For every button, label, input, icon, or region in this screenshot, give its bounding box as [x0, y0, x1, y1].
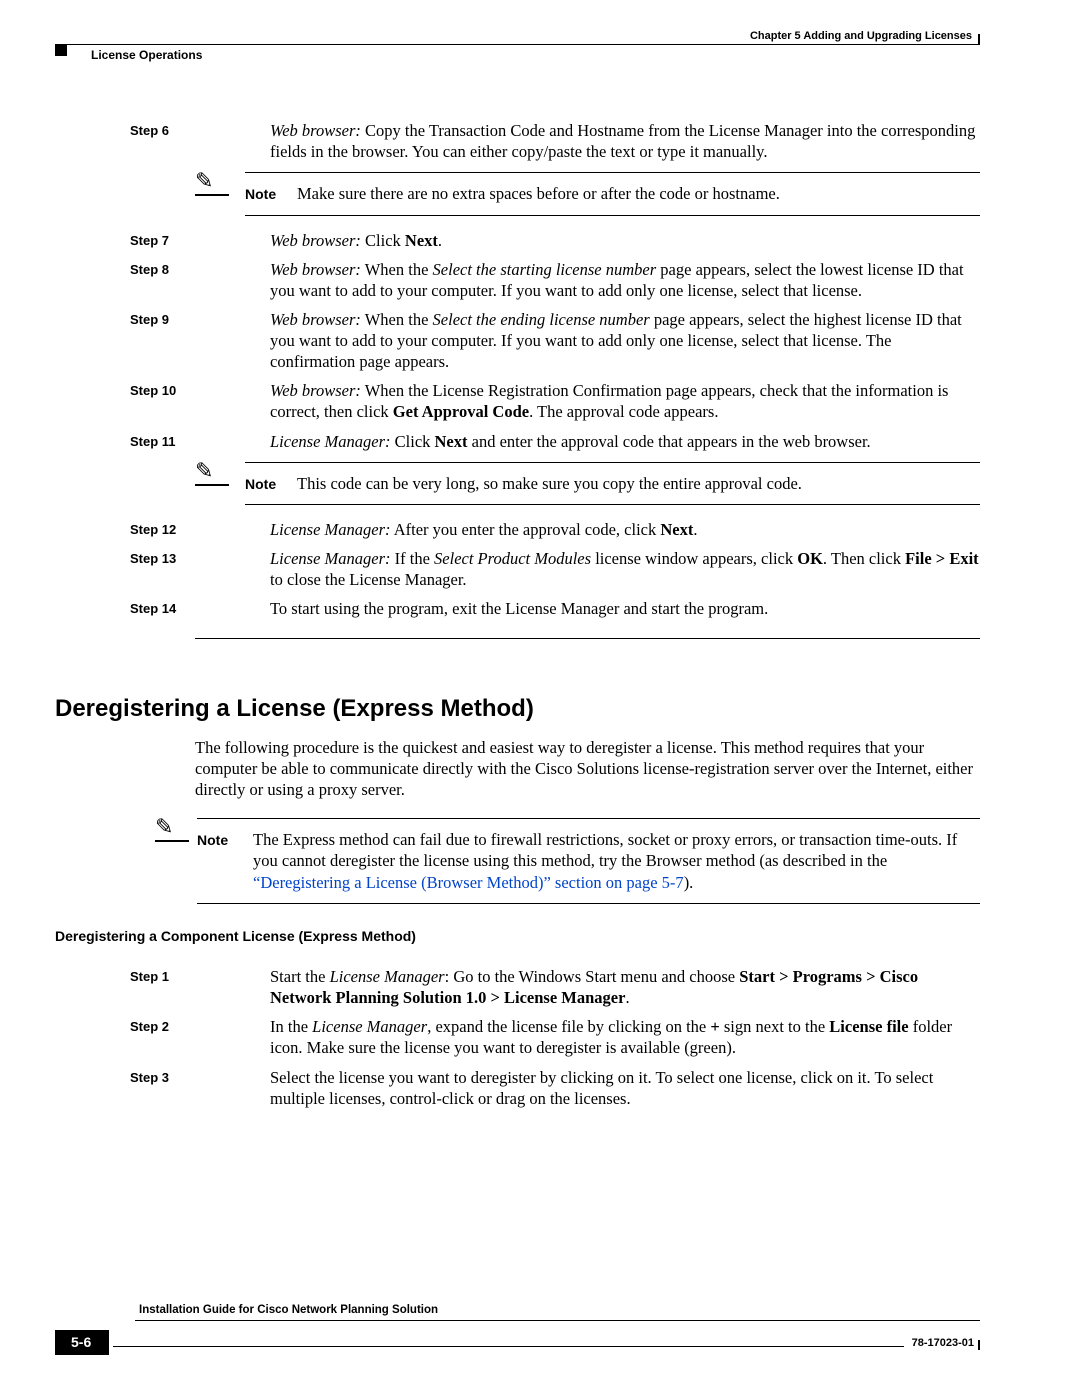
step-row: Step 2 In the License Manager, expand th… — [55, 1016, 980, 1058]
step-number: Step 2 — [55, 1016, 270, 1058]
section-end-rule — [195, 638, 980, 639]
step-row: Step 13 License Manager: If the Select P… — [55, 548, 980, 590]
step-row: Step 14 To start using the program, exit… — [55, 598, 980, 619]
page-footer: Installation Guide for Cisco Network Pla… — [55, 1312, 980, 1355]
step-number: Step 8 — [55, 259, 270, 301]
step-row: Step 7 Web browser: Click Next. — [55, 230, 980, 251]
step-number: Step 13 — [55, 548, 270, 590]
step-text: In the License Manager, expand the licen… — [270, 1016, 980, 1058]
step-number: Step 11 — [55, 431, 270, 452]
step-text: License Manager: After you enter the app… — [270, 519, 980, 540]
footer-doc-title: Installation Guide for Cisco Network Pla… — [139, 1304, 438, 1316]
step-row: Step 1 Start the License Manager: Go to … — [55, 966, 980, 1008]
page-number: 5-6 — [55, 1330, 109, 1355]
step-number: Step 14 — [55, 598, 270, 619]
step-number: Step 7 — [55, 230, 270, 251]
note-text: This code can be very long, so make sure… — [297, 473, 802, 494]
subheading-component-license: Deregistering a Component License (Expre… — [55, 928, 980, 944]
step-number: Step 1 — [55, 966, 270, 1008]
note-block: ✎ Note Make sure there are no extra spac… — [195, 172, 980, 215]
step-text: Web browser: Click Next. — [270, 230, 980, 251]
page-header: Chapter 5 Adding and Upgrading Licenses … — [55, 44, 980, 60]
step-row: Step 8 Web browser: When the Select the … — [55, 259, 980, 301]
pencil-icon: ✎ — [195, 460, 213, 482]
document-page: Chapter 5 Adding and Upgrading Licenses … — [0, 0, 1080, 1397]
step-text: Start the License Manager: Go to the Win… — [270, 966, 980, 1008]
step-row: Step 11 License Manager: Click Next and … — [55, 431, 980, 452]
step-row: Step 10 Web browser: When the License Re… — [55, 380, 980, 422]
step-row: Step 6 Web browser: Copy the Transaction… — [55, 120, 980, 162]
note-text: The Express method can fail due to firew… — [253, 829, 980, 893]
paragraph: The following procedure is the quickest … — [195, 737, 980, 800]
pencil-icon: ✎ — [195, 170, 213, 192]
note-text: Make sure there are no extra spaces befo… — [297, 183, 780, 204]
step-text: Select the license you want to deregiste… — [270, 1067, 980, 1109]
note-label: Note — [245, 473, 297, 494]
note-label: Note — [245, 183, 297, 204]
step-text: Web browser: Copy the Transaction Code a… — [270, 120, 980, 162]
step-number: Step 9 — [55, 309, 270, 372]
pencil-icon: ✎ — [155, 816, 173, 838]
step-number: Step 6 — [55, 120, 270, 162]
chapter-label: Chapter 5 Adding and Upgrading Licenses — [750, 30, 972, 42]
step-row: Step 12 License Manager: After you enter… — [55, 519, 980, 540]
step-row: Step 9 Web browser: When the Select the … — [55, 309, 980, 372]
step-number: Step 10 — [55, 380, 270, 422]
heading-deregister-express: Deregistering a License (Express Method) — [55, 695, 980, 723]
page-body: Step 6 Web browser: Copy the Transaction… — [55, 120, 980, 1117]
header-square-icon — [55, 44, 67, 56]
step-text: Web browser: When the Select the startin… — [270, 259, 980, 301]
step-number: Step 12 — [55, 519, 270, 540]
section-label: License Operations — [91, 48, 202, 62]
note-block: ✎ Note This code can be very long, so ma… — [195, 462, 980, 505]
header-divider — [978, 34, 980, 44]
step-text: License Manager: Click Next and enter th… — [270, 431, 980, 452]
step-row: Step 3 Select the license you want to de… — [55, 1067, 980, 1109]
step-text: To start using the program, exit the Lic… — [270, 598, 980, 619]
step-number: Step 3 — [55, 1067, 270, 1109]
step-text: Web browser: When the License Registrati… — [270, 380, 980, 422]
step-text: Web browser: When the Select the ending … — [270, 309, 980, 372]
cross-reference-link[interactable]: “Deregistering a License (Browser Method… — [253, 873, 684, 892]
header-rule — [55, 44, 980, 45]
note-label: Note — [197, 829, 253, 893]
note-block: ✎ Note The Express method can fail due t… — [155, 818, 980, 904]
document-number: 78-17023-01 — [912, 1337, 974, 1349]
step-text: License Manager: If the Select Product M… — [270, 548, 980, 590]
